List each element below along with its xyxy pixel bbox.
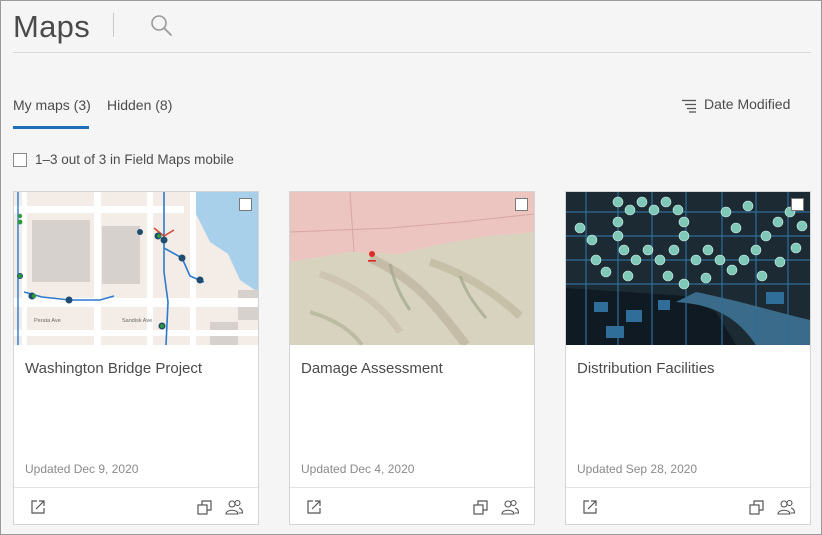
- map-updated-date: Updated Sep 28, 2020: [577, 462, 698, 476]
- select-all-label: 1–3 out of 3 in Field Maps mobile: [35, 152, 234, 167]
- map-updated-date: Updated Dec 9, 2020: [25, 462, 139, 476]
- map-card: Distribution Facilities Updated Sep 28, …: [565, 191, 811, 525]
- map-title[interactable]: Distribution Facilities: [577, 360, 715, 377]
- duplicate-icon[interactable]: [196, 498, 214, 516]
- tab-my-maps[interactable]: My maps (3): [13, 94, 91, 129]
- card-select-checkbox[interactable]: [239, 198, 252, 211]
- card-select-checkbox[interactable]: [515, 198, 528, 211]
- duplicate-icon[interactable]: [472, 498, 490, 516]
- map-thumbnail[interactable]: [566, 192, 810, 345]
- search-icon[interactable]: [149, 13, 173, 37]
- select-all-checkbox[interactable]: [13, 153, 27, 167]
- share-users-icon[interactable]: [225, 498, 244, 516]
- open-external-icon[interactable]: [29, 498, 47, 516]
- map-thumbnail[interactable]: Perata Ave Sandisk Ave: [14, 192, 258, 345]
- tab-hidden[interactable]: Hidden (8): [107, 94, 172, 129]
- map-updated-date: Updated Dec 4, 2020: [301, 462, 415, 476]
- maps-page: Maps My maps (3) Hidden (8) Date Modifie…: [0, 0, 822, 535]
- map-card: Damage Assessment Updated Dec 4, 2020: [289, 191, 535, 525]
- title-divider: [113, 13, 114, 37]
- map-title[interactable]: Damage Assessment: [301, 360, 443, 377]
- sort-label: Date Modified: [704, 96, 791, 112]
- street-label: Sandisk Ave: [122, 318, 152, 324]
- card-select-checkbox[interactable]: [791, 198, 804, 211]
- map-card: Perata Ave Sandisk Ave Washington Bridge…: [13, 191, 259, 525]
- open-external-icon[interactable]: [305, 498, 323, 516]
- page-title: Maps: [13, 9, 91, 44]
- street-label: Perata Ave: [34, 318, 61, 324]
- sort-lines-icon: [681, 99, 697, 113]
- open-external-icon[interactable]: [581, 498, 599, 516]
- share-users-icon[interactable]: [777, 498, 796, 516]
- card-footer: [290, 487, 534, 524]
- share-users-icon[interactable]: [501, 498, 520, 516]
- card-footer: [566, 487, 810, 524]
- map-title[interactable]: Washington Bridge Project: [25, 360, 202, 377]
- duplicate-icon[interactable]: [748, 498, 766, 516]
- map-thumbnail[interactable]: [290, 192, 534, 345]
- page-header: Maps: [13, 1, 811, 53]
- card-footer: [14, 487, 258, 524]
